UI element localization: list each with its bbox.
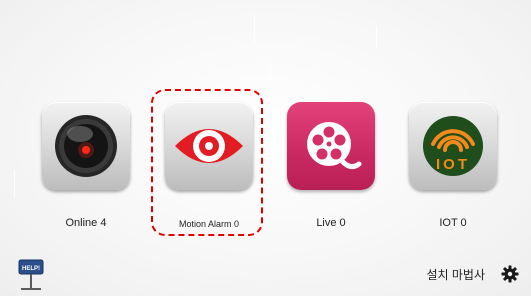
background-sparkle	[270, 66, 271, 82]
online-tile[interactable]	[42, 102, 130, 190]
live-tile[interactable]	[287, 102, 375, 190]
help-sign-text: HELP!	[22, 266, 40, 272]
online-label: Online 4	[65, 217, 107, 229]
iot-wifi-icon: IOT	[423, 116, 483, 176]
background-sparkle	[254, 15, 255, 43]
settings-gear-button[interactable]	[501, 265, 519, 283]
help-sign-icon: HELP!	[18, 259, 44, 290]
selected-tile-highlight	[151, 89, 263, 236]
iot-tile[interactable]: IOT	[409, 102, 497, 190]
background-sparkle	[376, 26, 377, 48]
camera-lens-icon	[55, 115, 117, 177]
live-label: Live 0	[316, 217, 346, 229]
iot-icon-text: IOT	[436, 156, 470, 173]
background-sparkle	[14, 170, 15, 198]
gear-icon	[501, 265, 519, 283]
iot-label: IOT 0	[439, 217, 467, 229]
help-button[interactable]: HELP!	[17, 259, 47, 291]
setup-wizard-link[interactable]: 설치 마법사	[426, 266, 485, 283]
home-screen: Online 4 Motion Alarm 0 Live 0 IOT IOT 0…	[0, 0, 531, 296]
film-reel-icon	[307, 122, 362, 170]
